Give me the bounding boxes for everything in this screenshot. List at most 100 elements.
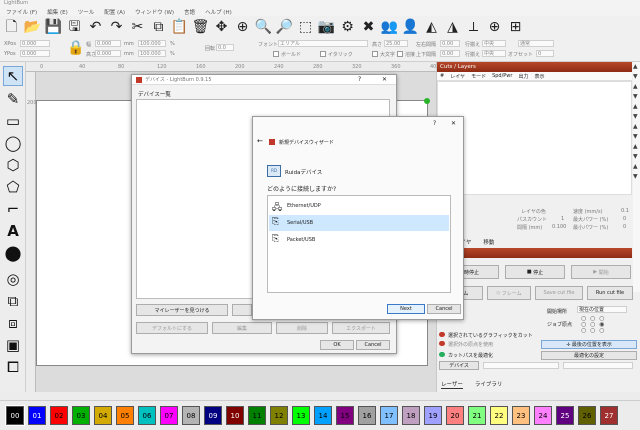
wizard-help-icon[interactable]: ? xyxy=(433,120,436,127)
camera-icon[interactable]: 📷 xyxy=(317,18,336,37)
undo-icon[interactable]: ↶ xyxy=(86,18,105,37)
halign-select[interactable]: 中央 xyxy=(482,40,506,47)
toggle-optimize[interactable] xyxy=(439,352,445,357)
mirror-v-icon[interactable]: ◮ xyxy=(443,18,462,37)
palette-swatch[interactable]: 00 xyxy=(5,405,25,426)
palette-swatch[interactable]: 21 xyxy=(468,406,486,425)
height-pct-input[interactable]: 100.000 xyxy=(138,50,166,57)
menu-item[interactable]: ツール xyxy=(78,8,95,16)
palette-swatch[interactable]: 16 xyxy=(358,406,376,425)
menu-item[interactable]: ファイル (F) xyxy=(6,8,37,16)
weld-icon[interactable]: ⧠ xyxy=(3,357,23,377)
delete-button[interactable]: 削除 xyxy=(276,322,328,334)
move-icon[interactable]: ✥ xyxy=(212,18,231,37)
rectangle-icon[interactable]: ▭ xyxy=(3,111,23,131)
palette-swatch[interactable]: 01 xyxy=(28,406,46,425)
close-icon[interactable]: ✕ xyxy=(382,76,387,83)
align-icon[interactable]: ⟂ xyxy=(464,18,483,37)
palette-swatch[interactable]: 17 xyxy=(380,406,398,425)
menu-item[interactable]: 配置 (A) xyxy=(104,8,125,16)
devices-cancel-button[interactable]: Cancel xyxy=(356,340,390,350)
rotate-input[interactable]: 0.0 xyxy=(216,44,234,51)
palette-swatch[interactable]: 03 xyxy=(72,406,90,425)
new-file-icon[interactable]: 🗋 xyxy=(2,18,21,37)
option-ethernet[interactable]: 🖧 Ethernet/UDP xyxy=(269,198,449,214)
redo-icon[interactable]: ↷ xyxy=(107,18,126,37)
zoom-fit-icon[interactable]: ⊕ xyxy=(233,18,252,37)
bracket-icon[interactable]: ⌐ xyxy=(3,199,23,219)
device-select[interactable] xyxy=(483,362,559,369)
option-packet-usb[interactable]: ⎘ Packet/USB xyxy=(269,232,449,248)
boolean-subtract-icon[interactable]: ⧈ xyxy=(3,313,23,333)
paste-icon[interactable]: 📋 xyxy=(170,18,189,37)
job-origin-radios[interactable]: ○ ○ ○ ○ ○ ◉ ○ ○ ○ xyxy=(581,316,604,334)
delete-icon[interactable]: 🗑 xyxy=(191,18,210,37)
palette-swatch[interactable]: 07 xyxy=(160,406,178,425)
palette-swatch[interactable]: 20 xyxy=(446,406,464,425)
mode-select[interactable]: 通常 xyxy=(518,40,554,47)
toggle-use-origin[interactable] xyxy=(439,341,445,346)
export-button[interactable]: エクスポート xyxy=(332,322,390,334)
palette-swatch[interactable]: 23 xyxy=(512,406,530,425)
save-as-icon[interactable]: 🖫 xyxy=(65,18,84,37)
stop-button[interactable]: ■ 停止 xyxy=(505,265,565,279)
text-tool-icon[interactable]: A xyxy=(3,221,23,241)
palette-swatch[interactable]: 12 xyxy=(270,406,288,425)
run-cut-file-button[interactable]: Run cut file xyxy=(587,286,633,300)
polygon-icon[interactable]: ⬡ xyxy=(3,155,23,175)
pencil-icon[interactable]: ✎ xyxy=(3,89,23,109)
speed-value[interactable]: 0.1 xyxy=(621,208,629,214)
palette-swatch[interactable]: 04 xyxy=(94,406,112,425)
wizard-next-button[interactable]: Next xyxy=(387,304,425,314)
palette-swatch[interactable]: 14 xyxy=(314,406,332,425)
offset-shape-icon[interactable]: ◎ xyxy=(3,269,23,289)
hspace-input[interactable]: 0.00 xyxy=(440,40,460,47)
offset-input[interactable]: 0 xyxy=(536,50,554,57)
edit-button[interactable]: 編集 xyxy=(212,322,272,334)
menu-item[interactable]: 言語 xyxy=(184,8,195,16)
palette-swatch[interactable]: 06 xyxy=(138,406,156,425)
ellipse-icon[interactable]: ◯ xyxy=(3,133,23,153)
palette-swatch[interactable]: 10 xyxy=(226,406,244,425)
maxpow-value[interactable]: 0 xyxy=(623,216,626,222)
device-port-select[interactable] xyxy=(563,362,633,369)
devices-ok-button[interactable]: OK xyxy=(320,340,354,350)
palette-swatch[interactable]: 27 xyxy=(600,406,618,425)
pass-value[interactable]: 1 xyxy=(561,216,564,222)
zoom-in-icon[interactable]: 🔍 xyxy=(254,18,273,37)
lock-icon[interactable]: 🔒 xyxy=(67,41,84,55)
ypos-input[interactable]: 0.000 xyxy=(20,50,50,57)
palette-swatch[interactable]: 26 xyxy=(578,406,596,425)
devices-button[interactable]: デバイス xyxy=(439,361,479,370)
back-arrow-icon[interactable]: ← xyxy=(257,137,263,145)
optimize-settings-button[interactable]: 最適化の設定 xyxy=(541,351,637,360)
palette-swatch[interactable]: 25 xyxy=(556,406,574,425)
menu-item[interactable]: 編集 (E) xyxy=(47,8,68,16)
tools-icon[interactable]: ✖ xyxy=(359,18,378,37)
wizard-cancel-button[interactable]: Cancel xyxy=(427,304,461,314)
tab-library[interactable]: ライブラリ xyxy=(475,380,503,389)
menu-item[interactable]: ヘルプ (H) xyxy=(205,8,232,16)
palette-swatch[interactable]: 02 xyxy=(50,406,68,425)
find-my-laser-button[interactable]: マイレーザーを見つける xyxy=(136,304,228,316)
target-icon[interactable]: ⊕ xyxy=(485,18,504,37)
weld-checkbox[interactable] xyxy=(397,51,403,57)
open-folder-icon[interactable]: 📂 xyxy=(23,18,42,37)
palette-swatch[interactable]: 19 xyxy=(424,406,442,425)
boolean-intersect-icon[interactable]: ▣ xyxy=(3,335,23,355)
start-from-select[interactable]: 現在の位置 xyxy=(577,306,627,313)
show-last-position-button[interactable]: ✛ 最後の位置を表示 xyxy=(541,340,637,349)
copy-icon[interactable]: ⧉ xyxy=(149,18,168,37)
wizard-close-icon[interactable]: ✕ xyxy=(451,120,456,127)
set-default-button[interactable]: デフォルトにする xyxy=(136,322,208,334)
frame-select-icon[interactable]: ⬚ xyxy=(296,18,315,37)
palette-swatch[interactable]: 05 xyxy=(116,406,134,425)
option-serial-usb[interactable]: ⎘ Serial/USB xyxy=(269,215,449,231)
valign-select[interactable]: 中央 xyxy=(482,50,506,57)
pentagon-icon[interactable]: ⬠ xyxy=(3,177,23,197)
help-icon[interactable]: ? xyxy=(358,76,361,83)
palette-swatch[interactable]: 15 xyxy=(336,406,354,425)
save-icon[interactable]: 💾 xyxy=(44,18,63,37)
group-icon[interactable]: 👥 xyxy=(380,18,399,37)
height-input[interactable]: 0.000 xyxy=(95,50,121,57)
